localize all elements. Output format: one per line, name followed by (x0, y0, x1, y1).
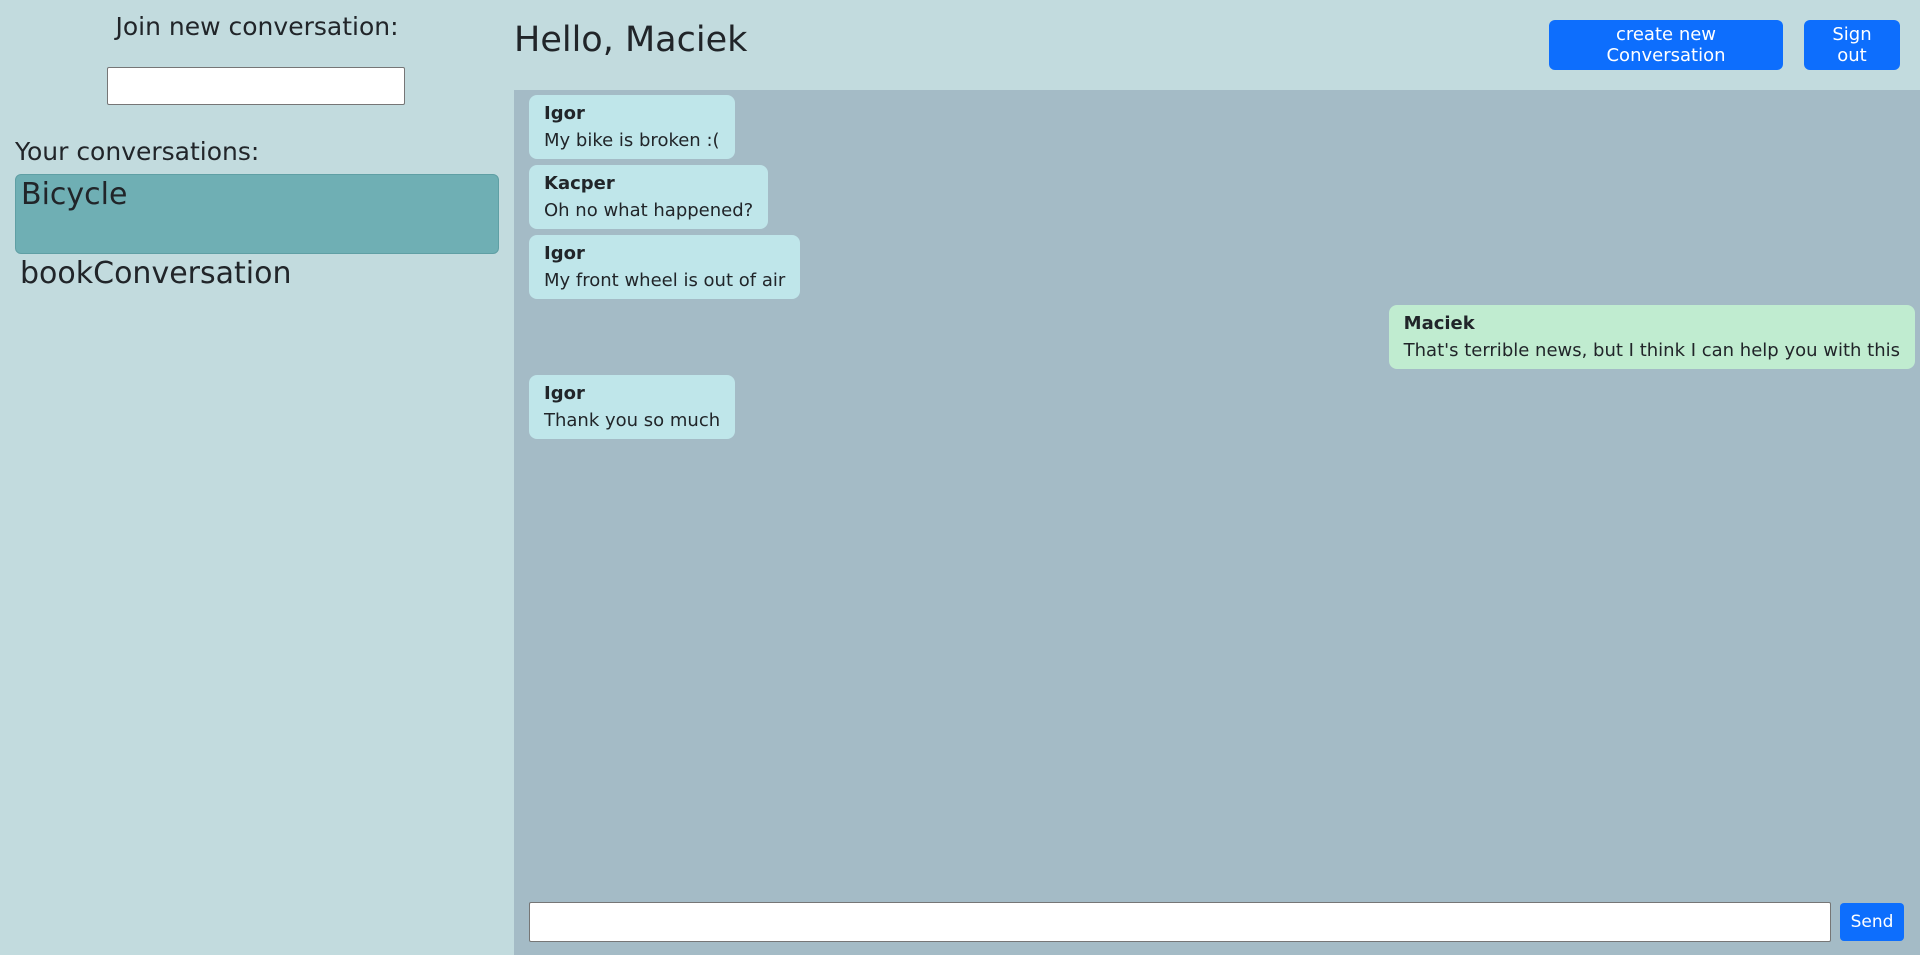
message-row: Igor Thank you so much (529, 375, 1915, 439)
join-conversation-input[interactable] (107, 67, 405, 105)
message-sender: Kacper (544, 173, 615, 194)
message-sender: Igor (544, 103, 585, 124)
message-text: Thank you so much (544, 410, 721, 431)
message-row-own: Maciek That's terrible news, but I think… (529, 305, 1915, 369)
message-input[interactable] (529, 902, 1831, 942)
message-sender: Igor (544, 383, 585, 404)
message-text: That's terrible news, but I think I can … (1403, 340, 1900, 361)
message-bubble: Kacper Oh no what happened? (529, 165, 769, 229)
send-button[interactable]: Send (1840, 903, 1904, 941)
message-row: Kacper Oh no what happened? (529, 165, 1915, 229)
message-composer: Send (529, 902, 1905, 942)
header: Hello, Maciek create new Conversation Si… (514, 0, 1920, 90)
join-conversation-label: Join new conversation: (115, 12, 399, 41)
greeting-title: Hello, Maciek (514, 20, 748, 60)
your-conversations-label: Your conversations: (15, 137, 260, 166)
sign-out-button[interactable]: Sign out (1804, 20, 1900, 70)
chat-panel: Igor My bike is broken :( Kacper Oh no w… (514, 90, 1920, 955)
conversation-item-bookconversation[interactable]: bookConversation (15, 254, 499, 304)
message-text: My bike is broken :( (544, 130, 720, 151)
message-bubble: Igor My front wheel is out of air (529, 235, 801, 299)
message-list: Igor My bike is broken :( Kacper Oh no w… (529, 95, 1915, 445)
message-sender: Igor (544, 243, 585, 264)
message-row: Igor My front wheel is out of air (529, 235, 1915, 299)
chat-app: Join new conversation: Your conversation… (0, 0, 1920, 955)
message-bubble: Igor My bike is broken :( (529, 95, 735, 159)
message-bubble: Igor Thank you so much (529, 375, 736, 439)
conversation-item-bicycle[interactable]: Bicycle (15, 174, 499, 254)
message-text: Oh no what happened? (544, 200, 754, 221)
sidebar: Join new conversation: Your conversation… (0, 0, 514, 955)
message-bubble-own: Maciek That's terrible news, but I think… (1388, 305, 1915, 369)
message-text: My front wheel is out of air (544, 270, 786, 291)
create-conversation-button[interactable]: create new Conversation (1549, 20, 1783, 70)
message-row: Igor My bike is broken :( (529, 95, 1915, 159)
message-sender: Maciek (1403, 313, 1475, 334)
